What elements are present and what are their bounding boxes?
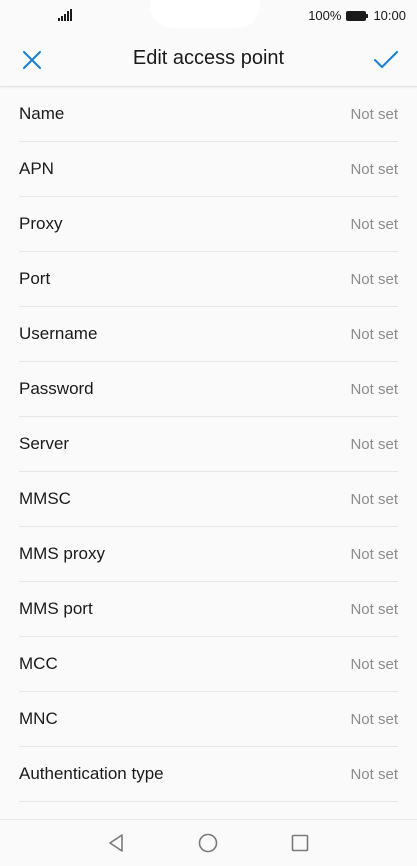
setting-value: Not set	[350, 710, 398, 728]
setting-label: Password	[19, 379, 94, 398]
setting-label: MNC	[19, 709, 58, 728]
setting-value: Not set	[350, 435, 398, 453]
setting-label: Username	[19, 324, 98, 343]
setting-label: MMS proxy	[19, 544, 105, 563]
setting-value: Not set	[350, 380, 398, 398]
setting-row-port[interactable]: Port Not set	[19, 252, 398, 307]
setting-label: Port	[19, 269, 51, 288]
setting-label: MMSC	[19, 489, 71, 508]
setting-row-proxy[interactable]: Proxy Not set	[19, 197, 398, 252]
check-icon	[374, 51, 398, 68]
home-icon	[198, 833, 218, 853]
status-right: 100% 10:00	[308, 8, 406, 23]
app-bar: Edit access point	[0, 32, 417, 87]
setting-row-apn-type[interactable]: APN typeNot set	[19, 802, 398, 820]
signal-icon	[58, 9, 72, 21]
setting-value: Not set	[350, 600, 398, 618]
setting-value: Not set	[350, 215, 398, 233]
setting-value: Not set	[350, 655, 398, 673]
clock: 10:00	[373, 8, 406, 23]
setting-row-server[interactable]: Server Not set	[19, 417, 398, 472]
settings-list: Name Not set APN Not set Proxy Not set Port Not…	[0, 87, 417, 820]
setting-row-mnc[interactable]: MNC Not set	[19, 692, 398, 747]
setting-label: MMS port	[19, 599, 93, 618]
battery-percent: 100%	[308, 8, 342, 23]
setting-row-name[interactable]: Name Not set	[19, 87, 398, 142]
camera-notch	[150, 0, 260, 28]
recent-apps-button[interactable]	[289, 832, 311, 854]
setting-row-authentication-type[interactable]: Authentication type Not set	[19, 747, 398, 802]
home-button[interactable]	[197, 832, 219, 854]
back-button[interactable]	[105, 832, 127, 854]
setting-label: Authentication type	[19, 764, 164, 783]
setting-value: Not set	[350, 325, 398, 343]
setting-value: Not set	[350, 545, 398, 563]
setting-value: Not set	[350, 490, 398, 508]
setting-value: Not set	[350, 160, 398, 178]
setting-row-password[interactable]: Password Not set	[19, 362, 398, 417]
setting-row-mcc[interactable]: MCC Not set	[19, 637, 398, 692]
setting-label: APN	[19, 159, 54, 178]
setting-label: Server	[19, 434, 70, 453]
setting-value: Not set	[350, 105, 398, 123]
setting-row-mmsc[interactable]: MMSC Not set	[19, 472, 398, 527]
page-title: Edit access point	[132, 47, 285, 69]
status-bar: 100% 10:00	[0, 0, 417, 32]
save-button[interactable]	[371, 46, 401, 74]
setting-label: Name	[19, 104, 65, 123]
setting-row-username[interactable]: Username Not set	[19, 307, 398, 362]
setting-label: Proxy	[19, 214, 63, 233]
setting-value: Not set	[350, 765, 398, 783]
back-icon	[109, 834, 123, 852]
setting-value: Not set	[350, 270, 398, 288]
setting-row-mms-proxy[interactable]: MMS proxy Not set	[19, 527, 398, 582]
setting-label: MCC	[19, 654, 58, 673]
setting-row-mms-port[interactable]: MMS port Not set	[19, 582, 398, 637]
battery-icon	[346, 10, 369, 21]
navigation-bar	[0, 819, 417, 866]
recent-apps-icon	[291, 834, 309, 852]
screen: 100% 10:00 Edit access point Name Not set…	[0, 0, 417, 866]
setting-row-apn[interactable]: APN Not set	[19, 142, 398, 197]
